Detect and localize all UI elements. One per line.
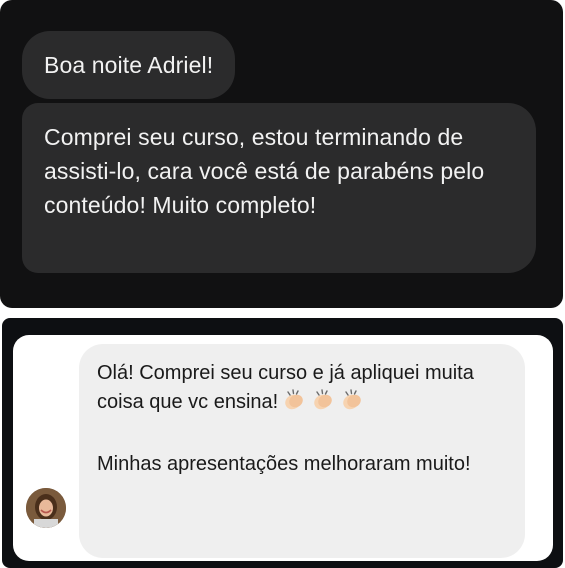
light-chat-panel: Olá! Comprei seu curso e já apliquei mui… — [2, 318, 563, 568]
user-avatar[interactable] — [26, 488, 66, 528]
message-text: Comprei seu curso, estou terminando de a… — [44, 124, 485, 218]
message-bubble-greeting[interactable]: Boa noite Adriel! — [22, 31, 236, 99]
message-paragraph: Minhas apresentações melhoraram muito! — [97, 450, 511, 479]
clapping-hands-icon — [281, 388, 307, 421]
message-text: Boa noite Adriel! — [44, 52, 214, 78]
chat-card: Olá! Comprei seu curso e já apliquei mui… — [13, 335, 553, 561]
avatar-image — [26, 488, 66, 528]
message-bubble-feedback[interactable]: Comprei seu curso, estou terminando de a… — [22, 103, 536, 273]
clapping-hands-icon — [310, 388, 336, 421]
dark-chat-panel: Boa noite Adriel! Comprei seu curso, est… — [0, 0, 563, 308]
message-bubble-testimonial[interactable]: Olá! Comprei seu curso e já apliquei mui… — [79, 344, 525, 558]
message-text: Minhas apresentações melhoraram muito! — [97, 453, 471, 475]
message-paragraph: Olá! Comprei seu curso e já apliquei mui… — [97, 359, 511, 421]
clapping-hands-icon — [339, 388, 365, 421]
